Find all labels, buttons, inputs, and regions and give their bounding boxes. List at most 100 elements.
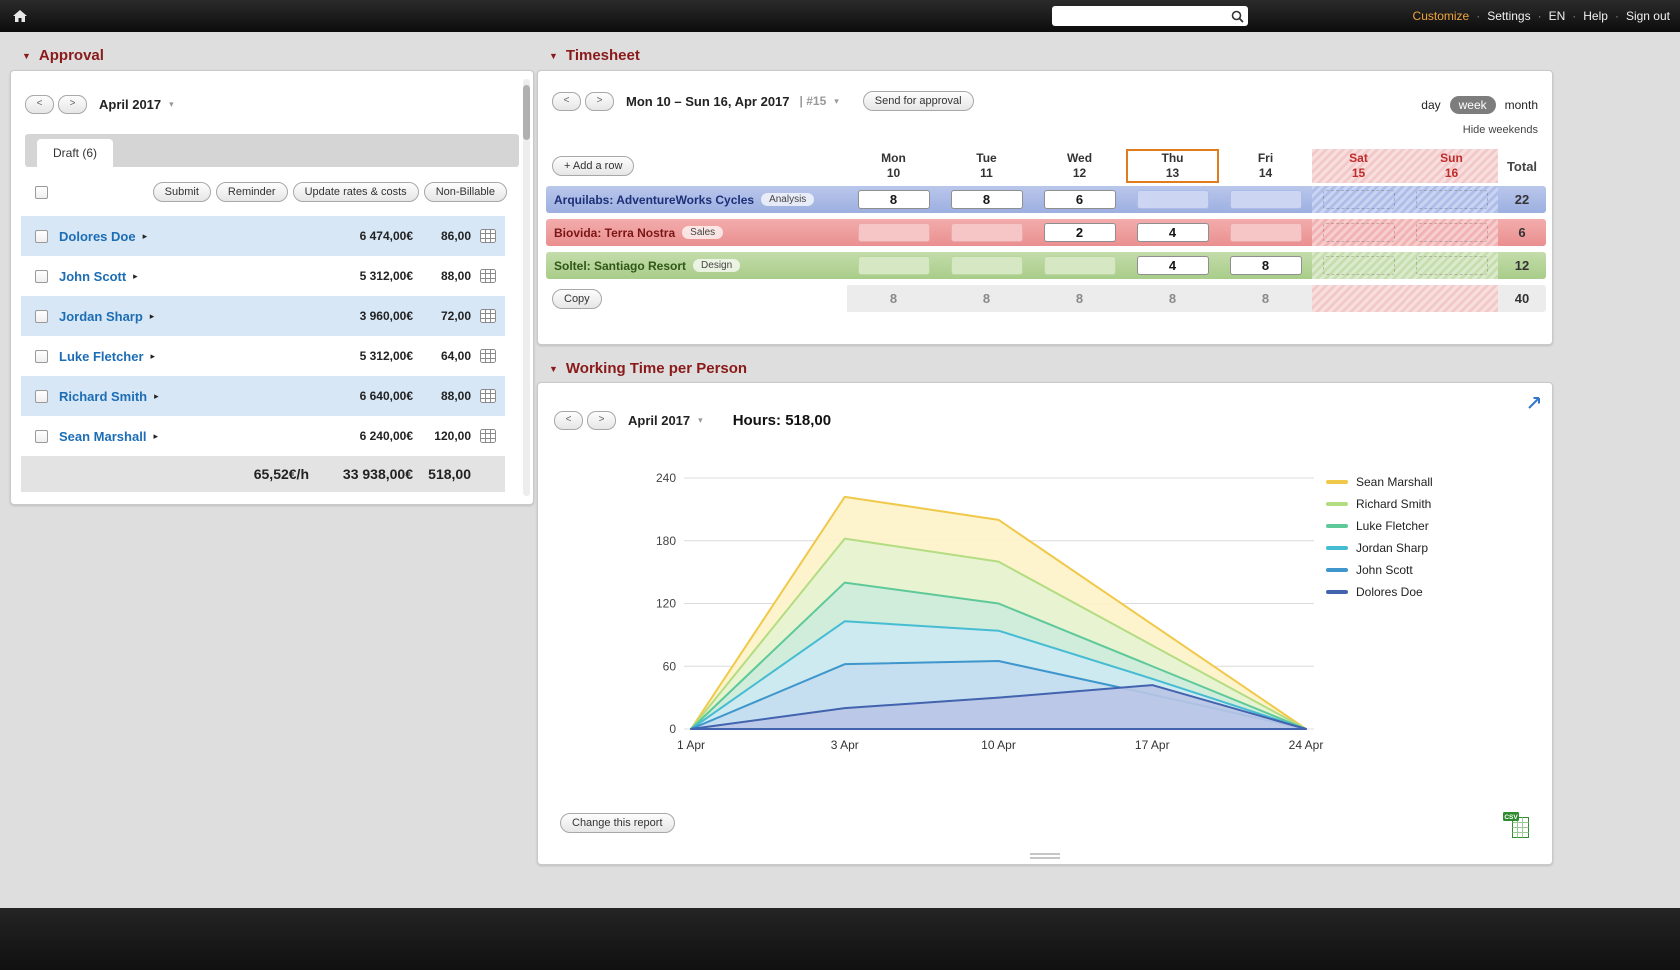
hours-input[interactable]: 4	[1137, 223, 1209, 242]
weekend-total	[1405, 285, 1498, 312]
reminder-button[interactable]: Reminder	[216, 182, 288, 202]
expand-row-arrow-icon[interactable]: ▸	[154, 391, 159, 402]
topbar-link-sign-out[interactable]: Sign out	[1626, 9, 1670, 23]
week-period-select[interactable]: Mon 10 – Sun 16, Apr 2017	[626, 94, 790, 109]
topbar-link-customize[interactable]: Customize	[1413, 9, 1470, 23]
expand-row-arrow-icon[interactable]: ▸	[153, 431, 158, 442]
collapse-triangle-icon[interactable]: ▼	[22, 51, 31, 61]
day-cell: 8	[847, 186, 940, 213]
expand-chart-icon[interactable]	[1527, 395, 1542, 415]
next-month-button[interactable]: >	[587, 411, 616, 430]
submit-button[interactable]: Submit	[153, 182, 211, 202]
timesheet-section-header[interactable]: ▼ Timesheet	[549, 47, 640, 64]
timesheet-grid-icon[interactable]	[471, 269, 505, 283]
row-checkbox[interactable]	[35, 270, 48, 283]
timesheet-week-nav: < > Mon 10 – Sun 16, Apr 2017 | #15 ▾ Se…	[552, 91, 974, 111]
csv-export-icon[interactable]: CSV	[1502, 811, 1532, 846]
select-all-checkbox[interactable]	[35, 186, 48, 199]
person-link[interactable]: Dolores Doe	[59, 229, 136, 244]
view-mode-week[interactable]: week	[1450, 96, 1496, 114]
prev-month-button[interactable]: <	[554, 411, 583, 430]
search-box[interactable]	[1052, 6, 1248, 26]
person-link[interactable]: Sean Marshall	[59, 429, 146, 444]
topbar-link-en[interactable]: EN	[1549, 9, 1566, 23]
person-link[interactable]: Luke Fletcher	[59, 349, 144, 364]
timesheet-grid-icon[interactable]	[471, 389, 505, 403]
timesheet-row: Arquilabs: AdventureWorks CyclesAnalysis…	[546, 186, 1546, 213]
collapse-triangle-icon[interactable]: ▼	[549, 51, 558, 61]
next-button[interactable]: >	[58, 95, 87, 114]
non-billable-button[interactable]: Non-Billable	[424, 182, 507, 202]
hours-input[interactable]	[1044, 256, 1116, 275]
caret-down-icon[interactable]: ▾	[169, 99, 174, 110]
tab-draft[interactable]: Draft (6)	[37, 139, 113, 167]
day-name: Sat	[1349, 151, 1368, 166]
person-link[interactable]: Richard Smith	[59, 389, 147, 404]
add-row-button[interactable]: + Add a row	[552, 156, 634, 176]
search-input[interactable]	[1052, 9, 1231, 23]
caret-down-icon[interactable]: ▾	[834, 96, 839, 107]
hours-input[interactable]	[951, 256, 1023, 275]
hours-input[interactable]: 2	[1044, 223, 1116, 242]
expand-row-arrow-icon[interactable]: ▸	[133, 271, 138, 282]
hours-input[interactable]	[1230, 223, 1302, 242]
topbar-link-help[interactable]: Help	[1583, 9, 1608, 23]
scrollbar-thumb[interactable]	[523, 85, 530, 140]
working-time-section-header[interactable]: ▼ Working Time per Person	[549, 360, 747, 377]
legend-swatch	[1326, 568, 1348, 572]
person-link[interactable]: John Scott	[59, 269, 126, 284]
change-report-button[interactable]: Change this report	[560, 813, 675, 833]
hide-weekends-link[interactable]: Hide weekends	[1463, 124, 1538, 136]
hours-input[interactable]	[858, 223, 930, 242]
send-for-approval-button[interactable]: Send for approval	[863, 91, 974, 111]
hours-input[interactable]: 6	[1044, 190, 1116, 209]
timesheet-grid-icon[interactable]	[471, 349, 505, 363]
project-name: Soltel: Santiago Resort	[554, 259, 686, 273]
row-checkbox[interactable]	[35, 230, 48, 243]
day-cell	[940, 252, 1033, 279]
hours-input[interactable]: 8	[1230, 256, 1302, 275]
view-mode-day[interactable]: day	[1421, 98, 1440, 112]
expand-row-arrow-icon[interactable]: ▸	[150, 311, 155, 322]
person-link[interactable]: Jordan Sharp	[59, 309, 143, 324]
row-checkbox[interactable]	[35, 430, 48, 443]
approval-actions: Submit Reminder Update rates & costs Non…	[21, 175, 507, 209]
resize-grip[interactable]	[1030, 853, 1060, 861]
collapse-triangle-icon[interactable]: ▼	[549, 364, 558, 374]
caret-down-icon[interactable]: ▾	[698, 415, 703, 426]
home-icon[interactable]	[12, 9, 28, 23]
day-cell	[1219, 186, 1312, 213]
row-checkbox[interactable]	[35, 310, 48, 323]
approval-section-header[interactable]: ▼ Approval	[22, 47, 104, 64]
hours-input[interactable]	[858, 256, 930, 275]
search-icon[interactable]	[1231, 10, 1244, 23]
view-mode-month[interactable]: month	[1505, 98, 1538, 112]
weekend-hatch	[1416, 190, 1488, 209]
hours-input[interactable]: 8	[858, 190, 930, 209]
hours-input[interactable]: 4	[1137, 256, 1209, 275]
project-label[interactable]: Arquilabs: AdventureWorks CyclesAnalysis	[546, 186, 847, 213]
hours-input[interactable]	[1230, 190, 1302, 209]
topbar-link-settings[interactable]: Settings	[1487, 9, 1530, 23]
next-week-button[interactable]: >	[585, 92, 614, 111]
hours-input[interactable]: 8	[951, 190, 1023, 209]
timesheet-grid-icon[interactable]	[471, 229, 505, 243]
prev-week-button[interactable]: <	[552, 92, 581, 111]
copy-button[interactable]: Copy	[552, 289, 602, 309]
expand-row-arrow-icon[interactable]: ▸	[143, 231, 148, 242]
project-label[interactable]: Biovida: Terra NostraSales	[546, 219, 847, 246]
prev-button[interactable]: <	[25, 95, 54, 114]
timesheet-grid-icon[interactable]	[471, 429, 505, 443]
day-header-thu: Thu13	[1126, 149, 1219, 183]
hours-input[interactable]	[1137, 190, 1209, 209]
month-period-select[interactable]: April 2017	[628, 413, 690, 428]
period-select[interactable]: April 2017	[99, 97, 161, 112]
timesheet-grid-icon[interactable]	[471, 309, 505, 323]
update-rates-costs-button[interactable]: Update rates & costs	[293, 182, 419, 202]
scrollbar[interactable]	[523, 79, 530, 496]
row-checkbox[interactable]	[35, 390, 48, 403]
row-checkbox[interactable]	[35, 350, 48, 363]
hours-input[interactable]	[951, 223, 1023, 242]
expand-row-arrow-icon[interactable]: ▸	[151, 351, 156, 362]
project-label[interactable]: Soltel: Santiago ResortDesign	[546, 252, 847, 279]
